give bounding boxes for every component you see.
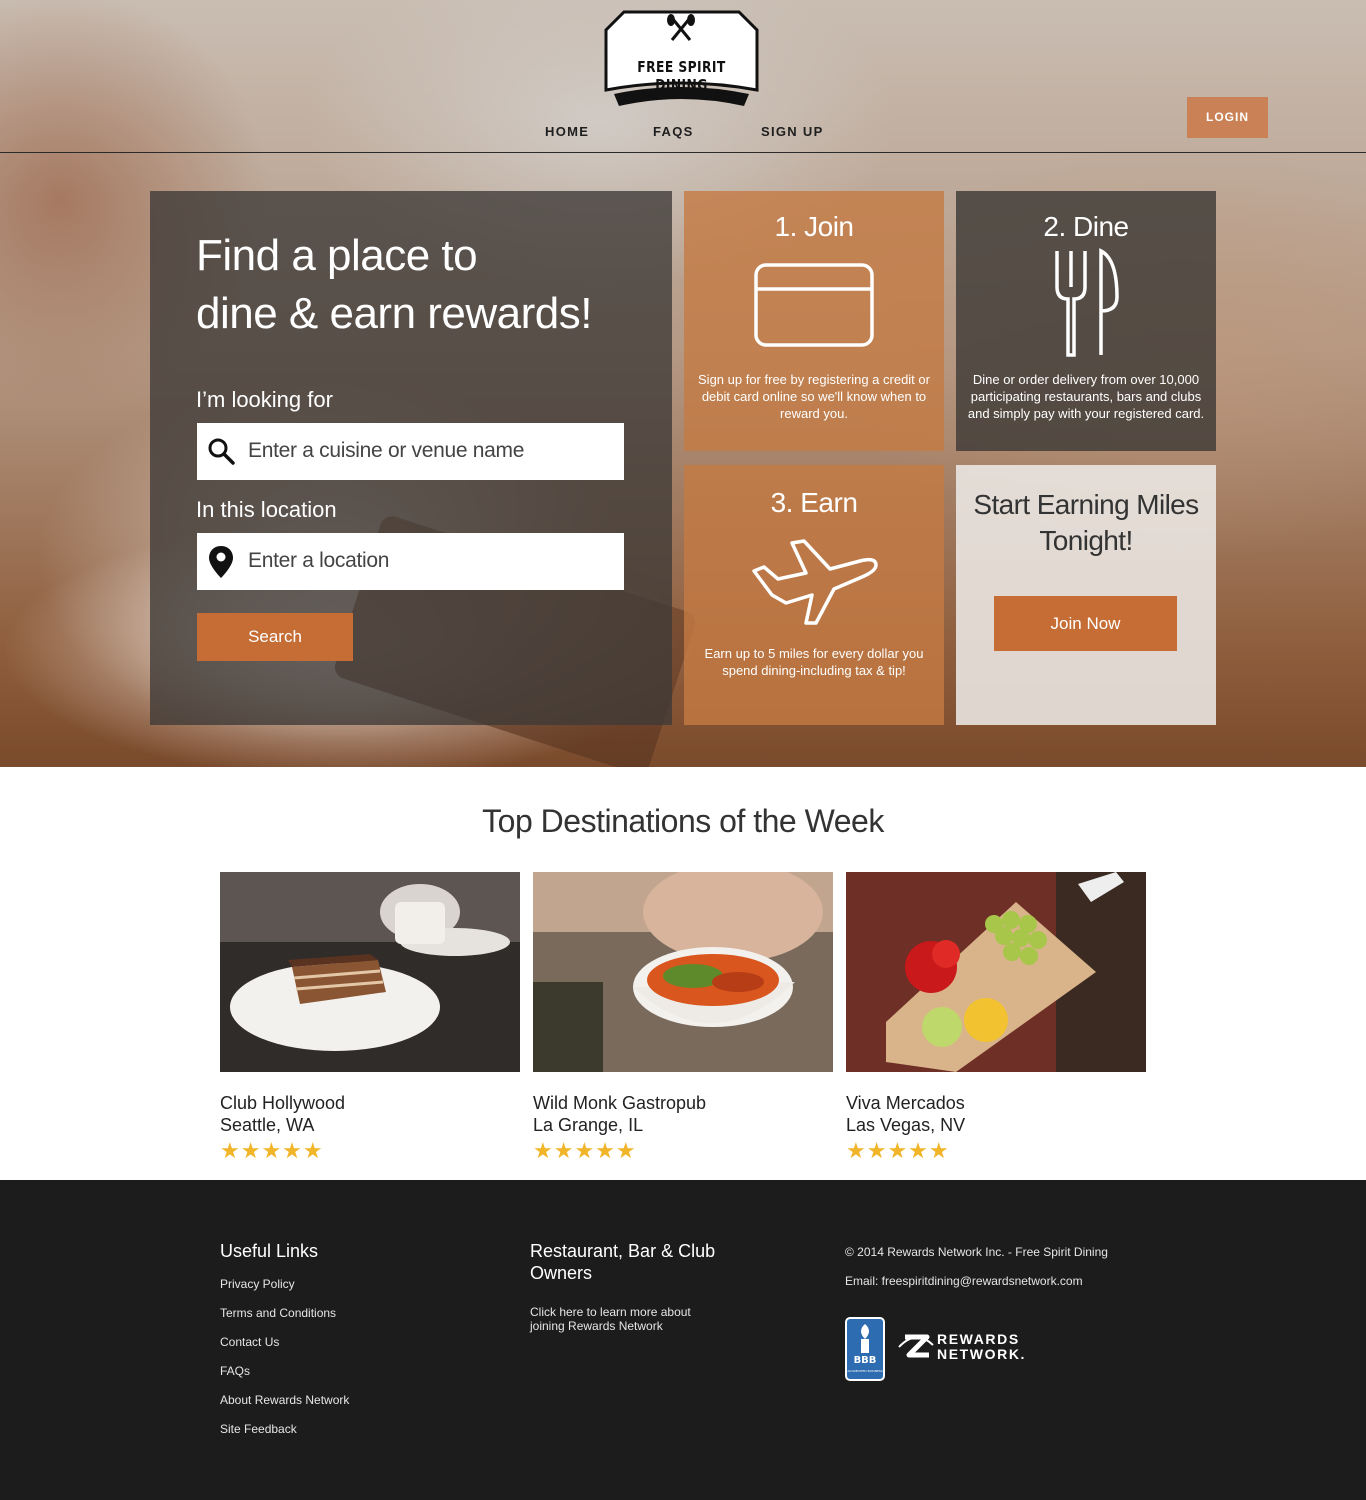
join-now-button[interactable]: Join Now: [994, 596, 1177, 651]
footer-link-privacy[interactable]: Privacy Policy: [220, 1277, 349, 1291]
cuisine-placeholder: Enter a cuisine or venue name: [248, 439, 525, 462]
cta-heading: Start Earning Miles Tonight!: [956, 487, 1216, 559]
step-dine-title: 2. Dine: [1043, 211, 1129, 242]
nav-faqs[interactable]: FAQS: [653, 124, 694, 139]
destination-name[interactable]: Wild Monk Gastropub: [533, 1092, 833, 1114]
destination-card[interactable]: Club Hollywood Seattle, WA ★★★★★: [220, 872, 520, 1164]
copyright-text: © 2014 Rewards Network Inc. - Free Spiri…: [845, 1245, 1108, 1259]
destination-location: Las Vegas, NV: [846, 1115, 966, 1135]
destination-name[interactable]: Viva Mercados: [846, 1092, 1146, 1114]
owners-heading-line2: Owners: [530, 1263, 593, 1283]
rn-line1: REWARDS: [937, 1331, 1020, 1347]
location-placeholder: Enter a location: [248, 549, 390, 572]
search-heading: Find a place to dine & earn rewards!: [196, 227, 656, 343]
looking-for-label: I’m looking for: [196, 387, 333, 412]
location-label: In this location: [196, 497, 337, 522]
step-earn-desc: Earn up to 5 miles for every dollar you …: [704, 646, 924, 678]
footer-useful-links: Useful Links Privacy Policy Terms and Co…: [220, 1240, 349, 1436]
step-dine-desc: Dine or order delivery from over 10,000 …: [967, 372, 1205, 421]
footer-link-feedback[interactable]: Site Feedback: [220, 1422, 349, 1436]
owners-link-line2: joining Rewards Network: [530, 1319, 663, 1333]
fork-knife-icon: [1055, 248, 1119, 357]
nav-home[interactable]: HOME: [545, 124, 589, 139]
destination-image-cake[interactable]: [220, 872, 520, 1072]
destination-location: Seattle, WA: [220, 1115, 315, 1135]
cuisine-search-input[interactable]: Enter a cuisine or venue name: [197, 423, 624, 480]
search-icon: [208, 438, 235, 465]
step-dine-tile: 2. Dine Dine or order delivery from over…: [956, 191, 1216, 451]
nav-sign-up[interactable]: SIGN UP: [761, 124, 824, 139]
search-heading-line2: dine & earn rewards!: [196, 289, 593, 338]
footer-link-terms[interactable]: Terms and Conditions: [220, 1306, 349, 1320]
destination-image-produce[interactable]: [846, 872, 1146, 1072]
rewards-network-logo[interactable]: REWARDS NETWORK.: [897, 1327, 1037, 1367]
credit-card-icon: [754, 263, 874, 347]
location-input[interactable]: Enter a location: [197, 533, 624, 590]
rewards-network-mark-icon: [898, 1334, 934, 1358]
destination-image-salad[interactable]: [533, 862, 833, 1072]
owners-link[interactable]: Click here to learn more about joining R…: [530, 1305, 715, 1333]
rating-stars: ★★★★★: [220, 1138, 324, 1163]
footer-owners: Restaurant, Bar & Club Owners Click here…: [530, 1240, 715, 1333]
brand-logo[interactable]: FREE SPIRIT DINING: [604, 10, 759, 118]
search-button[interactable]: Search: [197, 613, 353, 661]
step-join-desc: Sign up for free by registering a credit…: [698, 372, 930, 421]
step-join-title: 1. Join: [774, 211, 855, 242]
rating-stars: ★★★★★: [533, 1138, 637, 1163]
destination-card[interactable]: Viva Mercados Las Vegas, NV ★★★★★: [846, 872, 1146, 1164]
airplane-icon: [752, 539, 878, 625]
rewards-network-wordmark: REWARDS NETWORK.: [937, 1332, 1026, 1362]
destinations-heading: Top Destinations of the Week: [482, 803, 884, 839]
search-heading-line1: Find a place to: [196, 231, 478, 280]
bbb-torch-icon: BBB ACCREDITED BUSINESS: [847, 1324, 883, 1373]
search-panel: Find a place to dine & earn rewards! I’m…: [150, 191, 672, 725]
bbb-label: BBB: [854, 1355, 877, 1366]
bbb-sub: ACCREDITED BUSINESS: [847, 1369, 882, 1373]
footer: Useful Links Privacy Policy Terms and Co…: [0, 1180, 1366, 1500]
step-join-tile: 1. Join Sign up for free by registering …: [684, 191, 944, 451]
destination-card[interactable]: Wild Monk Gastropub La Grange, IL ★★★★★: [533, 862, 833, 1164]
footer-link-about[interactable]: About Rewards Network: [220, 1393, 349, 1407]
step-earn-title: 3. Earn: [770, 487, 858, 518]
destination-name[interactable]: Club Hollywood: [220, 1092, 520, 1114]
email-text[interactable]: Email: freespiritdining@rewardsnetwork.c…: [845, 1274, 1145, 1288]
cta-heading-line1: Start Earning Miles: [973, 489, 1199, 520]
owners-link-line1: Click here to learn more about: [530, 1305, 691, 1319]
cta-heading-line2: Tonight!: [1039, 525, 1133, 556]
step-earn-tile: 3. Earn Earn up to 5 miles for every dol…: [684, 465, 944, 725]
owners-heading: Restaurant, Bar & Club Owners: [530, 1240, 715, 1284]
login-button[interactable]: LOGIN: [1187, 97, 1268, 138]
useful-links-heading: Useful Links: [220, 1241, 319, 1261]
rating-stars: ★★★★★: [846, 1138, 950, 1163]
brand-name: FREE SPIRIT DINING: [637, 58, 726, 94]
footer-link-faqs[interactable]: FAQs: [220, 1364, 349, 1378]
main-nav: HOME FAQS SIGN UP: [0, 124, 1366, 142]
destination-location: La Grange, IL: [533, 1115, 644, 1135]
cta-tile: Start Earning Miles Tonight! Join Now: [956, 465, 1216, 725]
rn-line2: NETWORK.: [937, 1346, 1027, 1362]
location-pin-icon: [209, 546, 233, 578]
header-divider: [0, 152, 1366, 153]
footer-legal: © 2014 Rewards Network Inc. - Free Spiri…: [845, 1245, 1145, 1385]
footer-link-contact[interactable]: Contact Us: [220, 1335, 349, 1349]
owners-heading-line1: Restaurant, Bar & Club: [530, 1241, 716, 1261]
bbb-badge-icon[interactable]: BBB ACCREDITED BUSINESS: [845, 1317, 885, 1381]
